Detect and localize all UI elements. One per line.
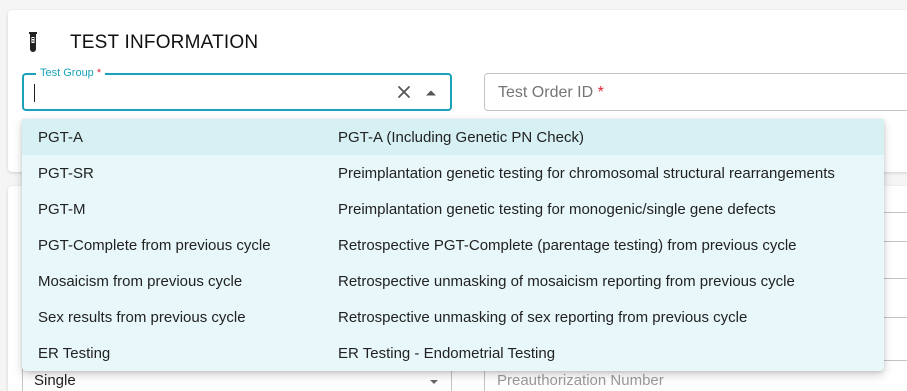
option-description: Retrospective unmasking of sex reporting… (338, 309, 748, 326)
option-pgt-m[interactable]: PGT-M Preimplantation genetic testing fo… (22, 191, 884, 227)
option-description: Preimplantation genetic testing for mono… (338, 201, 776, 218)
preauthorization-number-placeholder: Preauthorization Number (497, 372, 664, 389)
option-code: PGT-A (38, 129, 84, 146)
chevron-up-icon[interactable] (424, 86, 438, 100)
option-description: Preimplantation genetic testing for chro… (338, 165, 835, 182)
option-description: Retrospective unmasking of mosaicism rep… (338, 273, 795, 290)
test-group-options-list: PGT-A PGT-A (Including Genetic PN Check)… (22, 119, 884, 371)
option-pgt-sr[interactable]: PGT-SR Preimplantation genetic testing f… (22, 155, 884, 191)
section-header: TEST INFORMATION (26, 30, 258, 56)
option-description: ER Testing - Endometrial Testing (338, 345, 556, 362)
option-code: Sex results from previous cycle (38, 309, 246, 326)
option-description: PGT-A (Including Genetic PN Check) (338, 129, 584, 146)
option-code: Mosaicism from previous cycle (38, 273, 243, 290)
test-group-label: Test Group * (36, 66, 106, 80)
test-tube-icon (29, 32, 37, 52)
option-code: PGT-SR (38, 165, 94, 182)
option-mosaicism[interactable]: Mosaicism from previous cycle Retrospect… (22, 263, 884, 299)
section-title: TEST INFORMATION (70, 32, 259, 53)
chevron-down-icon (430, 380, 438, 384)
option-pgt-complete[interactable]: PGT-Complete from previous cycle Retrosp… (22, 227, 884, 263)
option-code: PGT-Complete from previous cycle (38, 237, 271, 254)
test-group-input[interactable]: Test Group * (22, 66, 452, 111)
option-code: ER Testing (38, 345, 111, 362)
single-select-value: Single (34, 372, 76, 389)
test-order-id-placeholder: Test Order ID * (498, 84, 604, 101)
option-sex-results[interactable]: Sex results from previous cycle Retrospe… (22, 299, 884, 335)
option-code: PGT-M (38, 201, 86, 218)
option-er-testing[interactable]: ER Testing ER Testing - Endometrial Test… (22, 335, 884, 371)
option-description: Retrospective PGT-Complete (parentage te… (338, 237, 797, 254)
option-pgt-a[interactable]: PGT-A PGT-A (Including Genetic PN Check) (22, 119, 884, 155)
page: Single Preauthorization Number TEST INFO… (0, 0, 907, 391)
text-cursor (34, 84, 35, 102)
clear-icon[interactable] (396, 84, 412, 100)
test-order-id-field[interactable]: Test Order ID * (484, 73, 907, 111)
